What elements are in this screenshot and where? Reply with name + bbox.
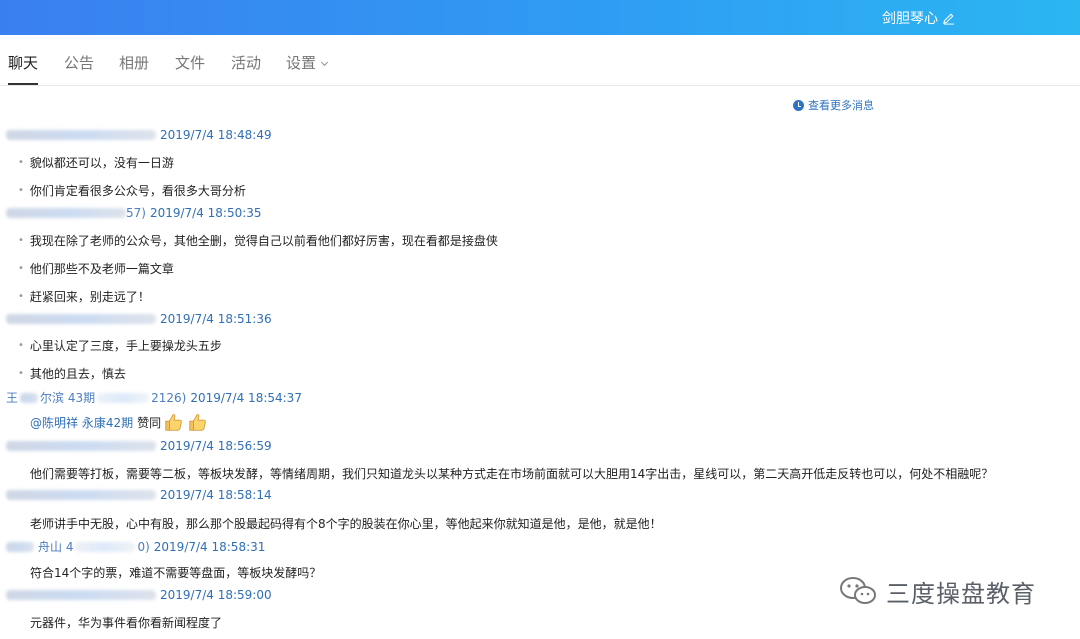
mention-link[interactable]: @陈明祥 永康42期 <box>30 414 133 431</box>
redacted-sender <box>75 541 136 552</box>
message-timestamp: 2019/7/4 18:51:36 <box>160 312 272 326</box>
wechat-logo-icon <box>840 577 876 604</box>
redacted-sender <box>6 590 156 600</box>
message-header: 舟山 4 0) 2019/7/4 18:58:31 <box>6 538 265 555</box>
message-header: 57) 2019/7/4 18:50:35 <box>6 206 262 220</box>
message-header: 2019/7/4 18:51:36 <box>6 312 272 326</box>
redacted-sender <box>97 392 150 403</box>
message-line: 他们需要等打板，需要等二板，等板块发酵，等情绪周期，我们只知道龙头以某种方式走在… <box>30 467 994 481</box>
message-line: • 心里认定了三度，手上要操龙头五步 <box>18 339 222 353</box>
chat-message-list: 2019/7/4 18:48:49 • 貌似都还可以，没有一日游 • 你们肯定看很多… <box>0 0 1080 639</box>
message-line: • 貌似都还可以，没有一日游 <box>18 156 174 170</box>
redacted-sender <box>6 130 156 140</box>
message-line: • 赶紧回来，别走远了！ <box>18 290 150 304</box>
message-timestamp: 2019/7/4 18:56:59 <box>160 439 272 453</box>
message-timestamp: 2019/7/4 18:58:14 <box>160 488 272 502</box>
redacted-sender <box>20 392 39 403</box>
watermark: 三度操盘教育 <box>838 574 1036 608</box>
message-timestamp: 2019/7/4 18:59:00 <box>160 588 272 602</box>
thumbs-up-icon <box>189 414 206 431</box>
redacted-sender <box>6 541 34 552</box>
message-timestamp: 2019/7/4 18:50:35 <box>149 206 262 220</box>
message-line: 老师讲手中无股，心中有股，那么那个股最起码得有个8个字的股装在你心里，等他起来你… <box>30 517 662 531</box>
message-line: • 你们肯定看很多公众号，看很多大哥分析 <box>18 184 246 198</box>
message-line: 符合14个字的票，难道不需要等盘面，等板块发酵吗？ <box>30 566 322 580</box>
message-line: • 其他的且去，慎去 <box>18 367 126 381</box>
message-timestamp: 2019/7/4 18:54:37 <box>190 390 302 405</box>
message-header: 2019/7/4 18:59:00 <box>6 588 272 602</box>
message-line: @陈明祥 永康42期 赞同 <box>30 411 209 433</box>
message-timestamp: 2019/7/4 18:58:31 <box>153 539 266 554</box>
message-line: • 我现在除了老师的公众号，其他全删，觉得自己以前看他们都好厉害，现在看都是接盘侠 <box>18 234 498 248</box>
watermark-text: 三度操盘教育 <box>886 579 1036 608</box>
thumbs-up-icon <box>165 414 182 431</box>
redacted-sender <box>6 208 126 218</box>
message-header: 王 尔滨 43期 2126) 2019/7/4 18:54:37 <box>6 390 302 406</box>
redacted-sender <box>6 490 156 500</box>
redacted-sender <box>6 441 156 451</box>
message-line: • 他们那些不及老师一篇文章 <box>18 262 174 276</box>
redacted-sender <box>6 314 156 324</box>
message-header: 2019/7/4 18:58:14 <box>6 488 272 502</box>
message-header: 2019/7/4 18:48:49 <box>6 128 272 142</box>
message-timestamp: 2019/7/4 18:48:49 <box>160 128 272 142</box>
message-header: 2019/7/4 18:56:59 <box>6 439 272 453</box>
message-line: 元器件，华为事件看你看新闻程度了 <box>30 616 223 630</box>
